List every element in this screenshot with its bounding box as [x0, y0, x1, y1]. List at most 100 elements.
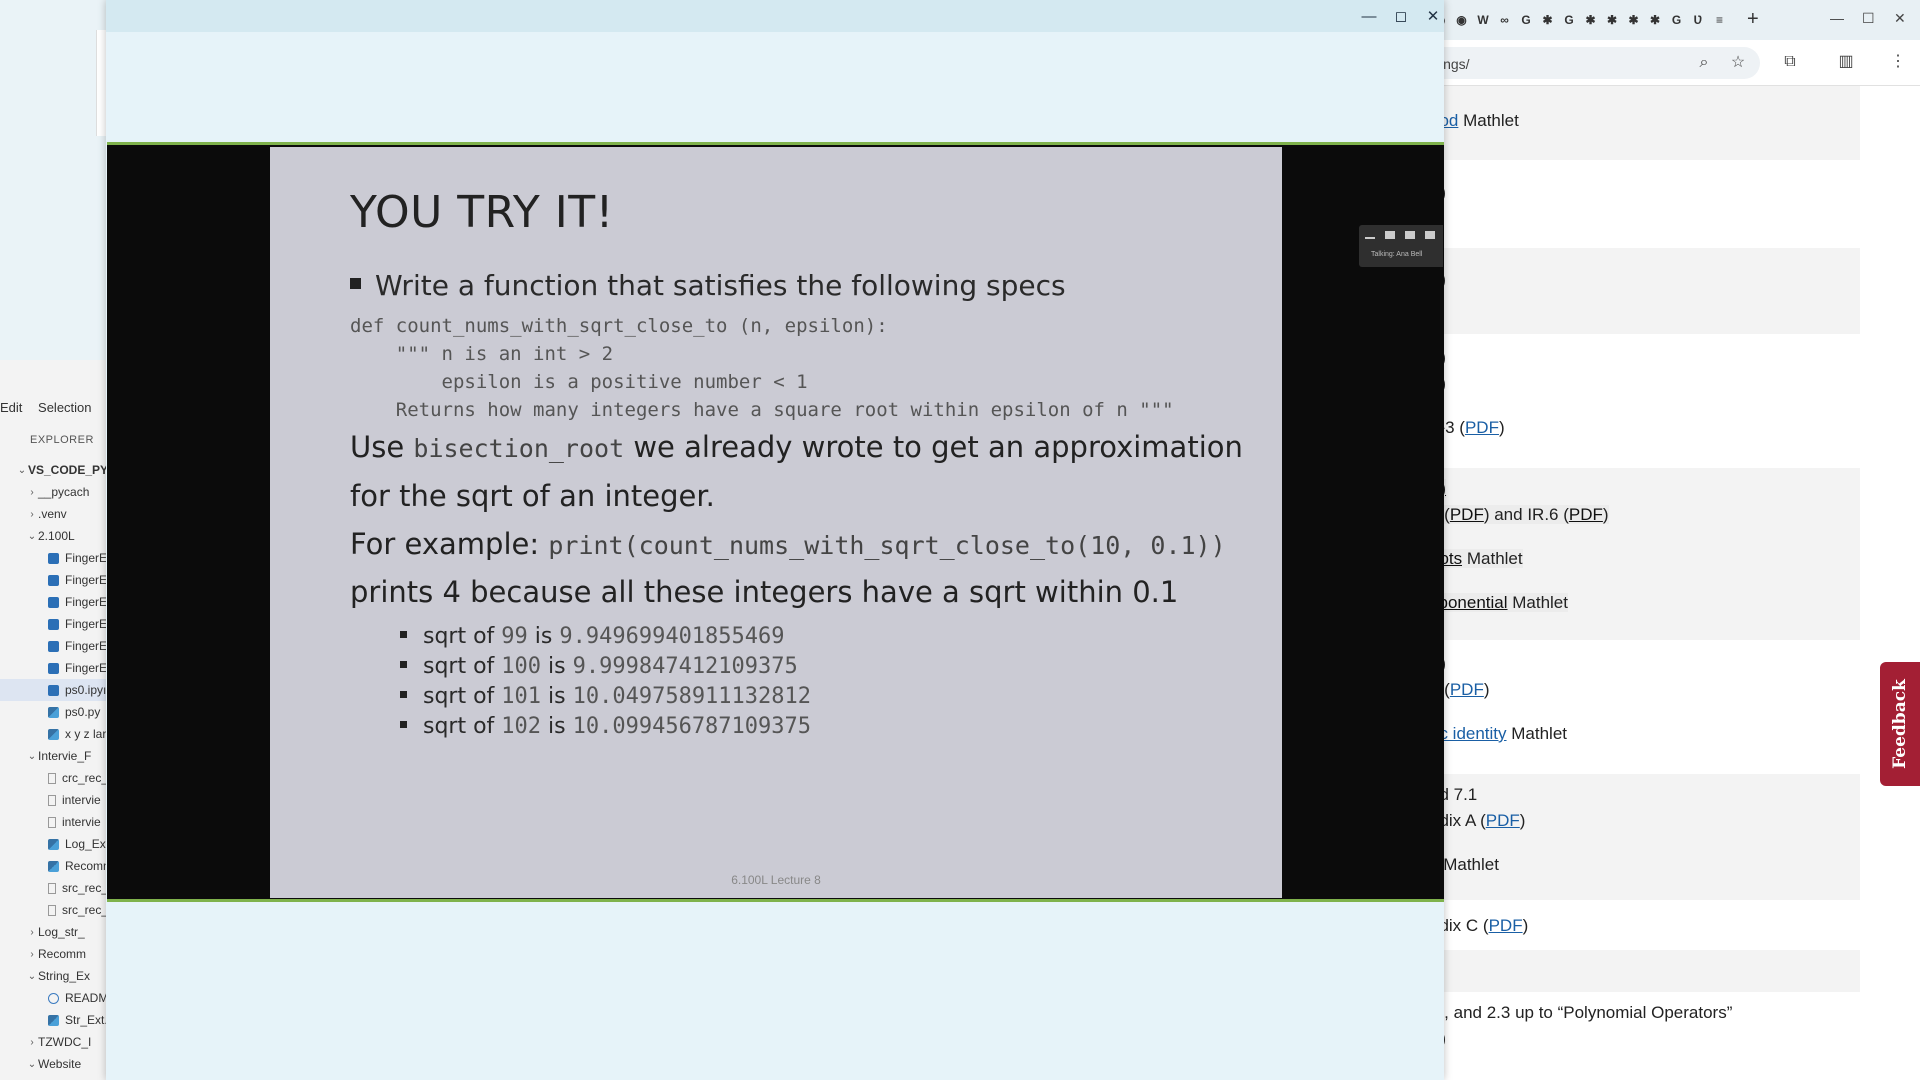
content-link[interactable]: PDF — [1449, 505, 1484, 524]
video-icon[interactable] — [1385, 231, 1395, 239]
tab-favicon-icon[interactable]: W — [1475, 12, 1491, 28]
tab-favicon-icon[interactable]: G — [1561, 12, 1577, 28]
minimize-icon[interactable]: — — [1356, 4, 1382, 30]
bookmark-star-icon[interactable]: ☆ — [1728, 53, 1748, 73]
code-line: Returns how many integers have a square … — [350, 399, 1174, 421]
notebook-file-icon — [48, 662, 59, 674]
code-line: def count_nums_with_sqrt_close_to (n, ep… — [350, 315, 888, 337]
explorer-item[interactable]: Str_Ext. — [0, 1009, 106, 1031]
explorer-item[interactable]: READM — [0, 987, 106, 1009]
explorer-item[interactable]: ⌄ Intervie_F — [0, 745, 106, 767]
use-post: we already wrote to get an approximation — [624, 430, 1243, 464]
explorer-item[interactable]: ⌄ Website — [0, 1053, 106, 1075]
feedback-button[interactable]: Feedback — [1880, 662, 1920, 786]
tab-favicon-icon[interactable]: ◉ — [1454, 12, 1470, 28]
explorer-item[interactable]: ⌄ String_Ex — [0, 965, 106, 987]
explorer-tree: ⌄ VS_CODE_PY › __pycach › .venv ⌄ 2.100L FingerE… — [0, 459, 106, 1075]
explorer-item[interactable]: ⌄ 2.100L — [0, 525, 106, 547]
content-text: Mathlet — [1458, 111, 1519, 130]
content-link[interactable]: PDF — [1450, 680, 1484, 699]
tab-favicon-icon[interactable]: ✱ — [1647, 12, 1663, 28]
explorer-item[interactable]: Recomn — [0, 855, 106, 877]
explorer-item[interactable]: › TZWDC_I — [0, 1031, 106, 1053]
explorer-item[interactable]: FingerE — [0, 635, 106, 657]
zoom-icon[interactable]: ⌕ — [1694, 53, 1714, 73]
content-link[interactable]: PDF — [1465, 418, 1499, 437]
explorer-item-label: crc_rec_ — [62, 771, 106, 785]
explorer-item[interactable]: Log_Ext — [0, 833, 106, 855]
explorer-item-label: src_rec_ — [62, 903, 106, 917]
slide-footer: 6.100L Lecture 8 — [731, 873, 821, 887]
tab-favicon-icon[interactable]: ∞ — [1497, 12, 1513, 28]
menu-selection[interactable]: Selection — [38, 400, 91, 415]
video-frame[interactable]: YOU TRY IT! Write a function that satisf… — [107, 142, 1444, 902]
minimize-icon[interactable]: — — [1830, 10, 1844, 26]
chevron-down-icon: ⌄ — [27, 1058, 37, 1070]
close-icon[interactable]: ✕ — [1894, 10, 1906, 27]
explorer-item-label: intervie — [62, 793, 101, 807]
info-icon — [48, 992, 59, 1004]
explorer-item[interactable]: intervie — [0, 789, 106, 811]
explorer-item[interactable]: crc_rec_ — [0, 767, 106, 789]
sqrt-n: 100 — [501, 654, 542, 679]
tab-favicon-icon[interactable]: Ʋ — [1690, 12, 1706, 28]
explorer-item[interactable]: FingerE — [0, 613, 106, 635]
reading-mode-icon[interactable]: ▥ — [1836, 52, 1856, 72]
explorer-item[interactable]: FingerE — [0, 591, 106, 613]
chevron-down-icon: ⌄ — [27, 970, 37, 982]
close-icon[interactable]: ✕ — [1420, 4, 1446, 30]
chevron-down-icon: ⌄ — [27, 530, 37, 542]
notebook-file-icon — [48, 574, 59, 586]
tab-favicon-icon[interactable]: ✱ — [1604, 12, 1620, 28]
tab-favicon-icon[interactable]: G — [1669, 12, 1685, 28]
explorer-title: EXPLORER — [30, 434, 94, 446]
content-line: .2, and 2.3 up to “Polynomial Operators” — [1430, 1003, 1732, 1023]
example-code: print(count_nums_with_sqrt_close_to(10, … — [548, 531, 1226, 560]
menu-edit[interactable]: Edit — [0, 400, 22, 415]
explorer-item[interactable]: ps0.py — [0, 701, 106, 723]
explorer-item[interactable]: › .venv — [0, 503, 106, 525]
code-line: """ n is an int > 2 — [350, 343, 614, 365]
maximize-icon[interactable]: ☐ — [1862, 10, 1875, 27]
explorer-item-label: intervie — [62, 815, 101, 829]
url-text: ings/ — [1440, 56, 1470, 72]
explorer-item[interactable]: FingerE — [0, 657, 106, 679]
content-line: ndix A (PDF) — [1430, 811, 1525, 831]
address-bar[interactable]: ings/ ⌕ ☆ — [1430, 47, 1760, 79]
explorer-item[interactable]: › __pycach — [0, 481, 106, 503]
maximize-icon[interactable]: ◻ — [1388, 4, 1414, 30]
content-band — [1430, 248, 1860, 334]
tab-favicon-icon[interactable]: G — [1518, 12, 1534, 28]
sqrt-pre: sqrt of — [423, 714, 502, 739]
notebook-file-icon — [48, 596, 59, 608]
sqrt-mid: is — [541, 714, 573, 739]
explorer-item[interactable]: › Recomm — [0, 943, 106, 965]
tab-favicon-icon[interactable]: ✱ — [1583, 12, 1599, 28]
content-link[interactable]: PDF — [1568, 505, 1603, 524]
new-tab-button[interactable]: + — [1747, 8, 1759, 31]
tab-favicon-icon[interactable]: ≡ — [1712, 12, 1728, 28]
chevron-right-icon: › — [30, 486, 34, 498]
more-menu-icon[interactable]: ⋮ — [1888, 52, 1908, 72]
explorer-item[interactable]: ps0.ipyı — [0, 679, 106, 701]
explorer-item[interactable]: src_rec_ — [0, 899, 106, 921]
video-titlebar[interactable]: — ◻ ✕ — [106, 0, 1444, 32]
explorer-item[interactable]: FingerE — [0, 547, 106, 569]
content-link[interactable]: PDF — [1489, 916, 1523, 935]
grid-icon[interactable] — [1425, 231, 1435, 239]
explorer-item[interactable]: › Log_str_ — [0, 921, 106, 943]
minimize-icon[interactable] — [1365, 237, 1375, 239]
explorer-item[interactable]: x y z lar — [0, 723, 106, 745]
tab-favicon-icon[interactable]: ✱ — [1540, 12, 1556, 28]
meeting-overlay-controls[interactable]: Talking: Ana Bell — [1359, 225, 1443, 267]
content-link[interactable]: PDF — [1486, 811, 1520, 830]
extensions-icon[interactable]: ⧉ — [1780, 52, 1800, 72]
explorer-item[interactable]: ⌄ VS_CODE_PY — [0, 459, 106, 481]
explorer-item-label: FingerE — [65, 595, 106, 609]
explorer-item[interactable]: intervie — [0, 811, 106, 833]
explorer-item[interactable]: FingerE — [0, 569, 106, 591]
slide-bullet: Write a function that satisfies the foll… — [350, 269, 1066, 302]
layout-icon[interactable] — [1405, 231, 1415, 239]
explorer-item[interactable]: src_rec_ — [0, 877, 106, 899]
tab-favicon-icon[interactable]: ✱ — [1626, 12, 1642, 28]
